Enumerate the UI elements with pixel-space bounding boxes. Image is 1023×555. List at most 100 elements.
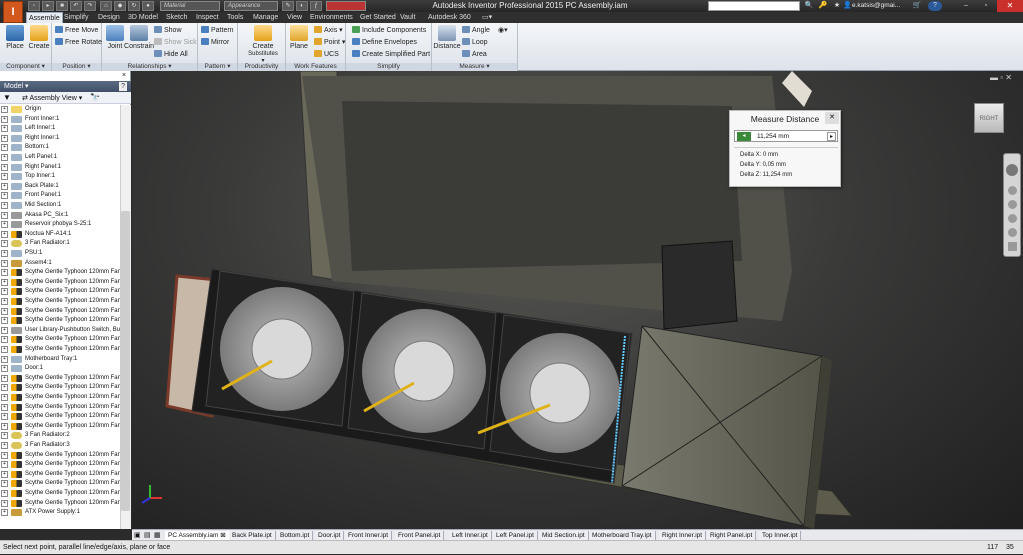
constrain-button[interactable]: Constrain [124,25,154,50]
material-select[interactable]: Material [160,1,220,11]
tab-vault[interactable]: Vault [398,12,417,23]
point-button[interactable]: Point ▾ [314,38,345,48]
pattern-button[interactable]: Pattern [201,26,234,36]
tree-item[interactable]: +3 Fan Radiator:3 [0,441,120,451]
tree-item[interactable]: + Scythe Gentle Typhoon 120mm Fan:3 [0,287,120,297]
tree-item[interactable]: + Right Inner:1 [0,134,120,144]
mirror-button[interactable]: Mirror [201,38,229,48]
tree-item[interactable]: + Scythe Gentle Typhoon 120mm Fan:1 [0,393,120,403]
browser-help-icon[interactable]: ? [119,82,127,91]
expand-toggle-icon[interactable]: + [1,221,8,229]
orbit-icon[interactable] [1008,214,1017,223]
expand-toggle-icon[interactable]: + [1,499,8,507]
tree-item[interactable]: + Right Panel:1 [0,163,120,173]
expand-toggle-icon[interactable]: + [1,480,8,488]
browser-scrollbar-thumb[interactable] [121,211,130,511]
subscription-icon[interactable]: 🔑 [818,1,828,11]
tab-view[interactable]: View [285,12,304,23]
expand-toggle-icon[interactable]: + [1,422,8,430]
expand-toggle-icon[interactable]: + [1,298,8,305]
tree-item[interactable]: + Scythe Gentle Typhoon 120mm Fan:1 [0,470,120,480]
tab-environments[interactable]: Environments [308,12,355,23]
create-substitutes-button[interactable]: Create Substitutes ▾ [246,25,280,64]
free-move-button[interactable]: Free Move [55,26,98,36]
viewcube[interactable]: RIGHT [974,103,1004,133]
formula-icon[interactable]: ƒ [310,1,322,11]
panel-label-position[interactable]: Position ▾ [52,63,101,71]
open-icon[interactable]: ▸ [42,1,54,11]
measure-value-field[interactable]: ◂ 11,254 mm ▸ [734,130,838,142]
tab-manage[interactable]: Manage [251,12,280,23]
tab-design[interactable]: Design [96,12,122,23]
expand-toggle-icon[interactable]: + [1,211,8,219]
app-menu-button[interactable]: I [3,1,23,23]
define-envelopes-button[interactable]: Define Envelopes [352,38,417,48]
expand-toggle-icon[interactable]: + [1,509,8,517]
tree-item[interactable]: + Reservoir phobya S-25:1 [0,220,120,230]
browser-close-icon[interactable]: × [122,72,126,79]
tree-item[interactable]: +3 Fan Radiator:1 [0,239,120,249]
arrange-icon[interactable]: ▦ [154,531,161,539]
find-icon[interactable]: 🔭 [90,93,100,102]
tree-item[interactable]: + Scythe Gentle Typhoon 120mm Fan:6 [0,316,120,326]
loop-button[interactable]: Loop [462,38,488,48]
expand-toggle-icon[interactable]: + [1,269,8,277]
tab-simplify[interactable]: Simplify [62,12,91,23]
viewport-window-controls[interactable]: ▬ ▫ ✕ [990,73,1012,82]
distance-button[interactable]: Distance [433,25,461,50]
expand-toggle-icon[interactable]: + [1,250,8,257]
tree-item[interactable]: + User Library-Pushbutton Switch, Bulg [0,326,120,336]
expand-toggle-icon[interactable]: + [1,134,8,142]
show-sick-button[interactable]: Show Sick [154,38,197,48]
place-button[interactable]: Place [2,25,28,50]
expand-toggle-icon[interactable]: + [1,173,8,181]
expand-toggle-icon[interactable]: + [1,346,8,353]
measure-expand-icon[interactable]: ▸ [827,132,836,141]
navigation-bar[interactable] [1003,153,1021,257]
home-icon[interactable]: ⌂ [100,1,112,11]
expand-toggle-icon[interactable]: + [1,163,8,171]
expand-toggle-icon[interactable]: + [1,326,8,334]
tab-sketch[interactable]: Sketch [164,12,189,23]
redo-icon[interactable]: ↷ [84,1,96,11]
search-input[interactable] [708,1,800,11]
expand-toggle-icon[interactable]: + [1,202,8,209]
favorites-icon[interactable]: ★ [832,1,842,11]
restore-button[interactable]: ▫ [978,1,994,11]
free-rotate-button[interactable]: Free Rotate [55,38,102,48]
pan-icon[interactable] [1008,186,1017,195]
tree-item[interactable]: + Noctua NF-A14:1 [0,230,120,240]
show-button[interactable]: Show [154,26,182,36]
ucs-button[interactable]: UCS [314,50,339,60]
expand-toggle-icon[interactable]: + [1,278,8,286]
expand-toggle-icon[interactable]: + [1,442,8,449]
look-at-icon[interactable] [1008,228,1017,237]
angle-button[interactable]: Angle [462,26,490,36]
plane-button[interactable]: Plane [286,25,312,50]
hide-all-button[interactable]: Hide All [154,50,188,60]
tree-item[interactable]: + Scythe Gentle Typhoon 120mm Fan:1 [0,403,120,413]
expand-toggle-icon[interactable]: + [1,307,8,315]
panel-label-relationships[interactable]: Relationships ▾ [102,63,197,71]
close-tab-icon[interactable]: ⊠ [218,532,225,539]
expand-toggle-icon[interactable]: + [1,125,8,133]
close-button[interactable]: ✕ [997,0,1023,12]
filter-icon[interactable]: ▼ [3,93,11,102]
expand-toggle-icon[interactable]: + [1,451,8,459]
save-icon[interactable]: ■ [56,1,68,11]
tree-item[interactable]: + Scythe Gentle Typhoon 120mm Fan:1 [0,451,120,461]
create-button[interactable]: Create [26,25,52,50]
graphics-viewport[interactable] [132,71,1023,529]
tree-item[interactable]: + Scythe Gentle Typhoon 120mm Fan:1 [0,422,120,432]
tree-item[interactable]: + Bottom:1 [0,143,120,153]
tree-item[interactable]: + Mid Section:1 [0,201,120,211]
steering-wheel-icon[interactable] [1006,164,1018,176]
area-button[interactable]: Area [462,50,487,60]
expand-toggle-icon[interactable]: + [1,490,8,497]
tab-tools[interactable]: Tools [225,12,245,23]
update-icon[interactable]: ↻ [128,1,140,11]
tree-item[interactable]: + Scythe Gentle Typhoon 120mm Fan:1 [0,383,120,393]
adjust-icon[interactable]: ◐ [296,1,308,11]
expand-toggle-icon[interactable]: + [1,394,8,401]
expand-toggle-icon[interactable]: + [1,374,8,382]
